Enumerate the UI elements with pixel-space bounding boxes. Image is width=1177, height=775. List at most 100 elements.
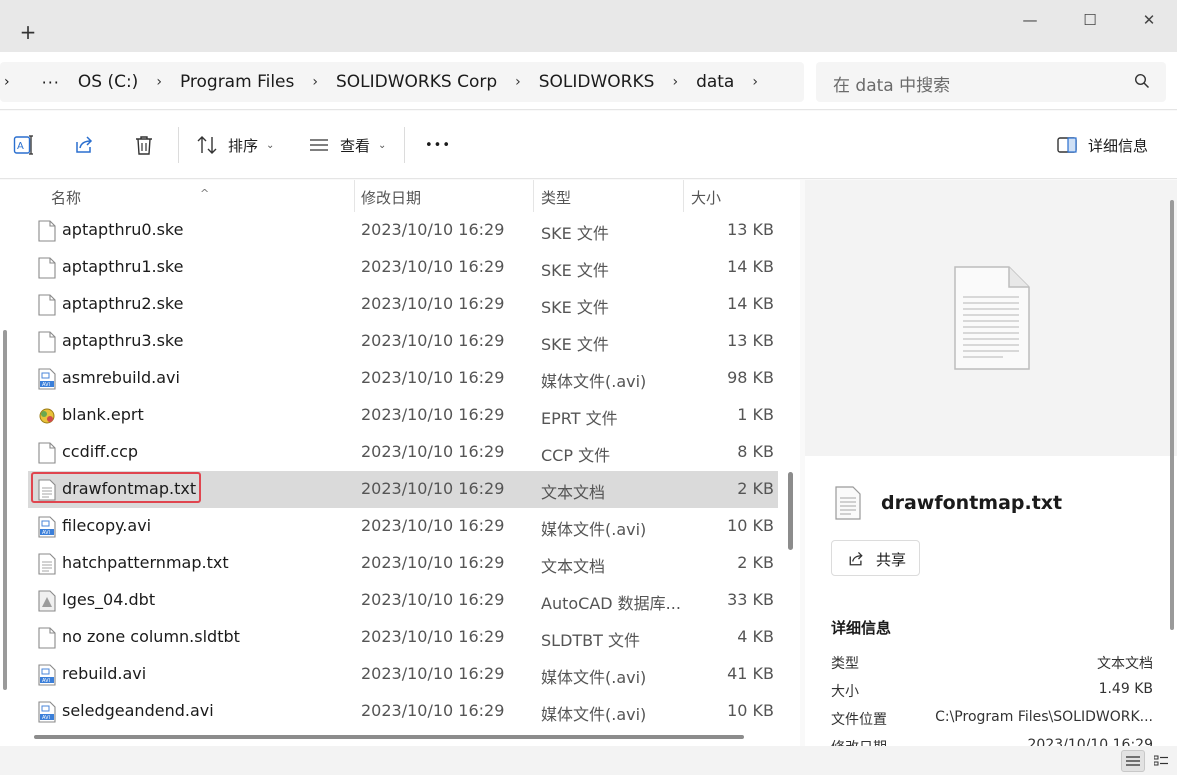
file-name: no zone column.sldtbt	[62, 627, 240, 646]
column-header-size[interactable]: 大小	[691, 187, 721, 208]
file-type: SKE 文件	[541, 224, 609, 243]
breadcrumb-separator[interactable]: ›	[138, 74, 180, 90]
column-header-modified[interactable]: 修改日期	[361, 187, 421, 208]
file-date: 2023/10/10 16:29	[361, 590, 505, 609]
file-size: 41 KB	[727, 664, 774, 683]
trash-icon	[136, 136, 152, 155]
file-row[interactable]: Iges_04.dbt 2023/10/10 16:29 AutoCAD 数据库..…	[28, 582, 778, 619]
share-icon	[76, 136, 93, 153]
view-label[interactable]: 查看	[340, 135, 370, 156]
vertical-scrollbar[interactable]	[788, 472, 793, 550]
file-date: 2023/10/10 16:29	[361, 627, 505, 646]
tiles-view-toggle[interactable]	[1149, 750, 1173, 772]
file-name: rebuild.avi	[62, 664, 147, 683]
details-row-type: 类型 文本文档	[831, 653, 1153, 677]
chevron-down-icon[interactable]: ⌄	[378, 140, 386, 151]
file-row[interactable]: aptapthru0.ske 2023/10/10 16:29 SKE 文件 13 K…	[28, 212, 778, 249]
svg-text:AVI: AVI	[42, 530, 50, 536]
details-key: 类型	[831, 656, 859, 672]
details-file-name: drawfontmap.txt	[881, 492, 1063, 514]
details-view-toggle[interactable]	[1121, 750, 1145, 772]
file-date: 2023/10/10 16:29	[361, 294, 505, 313]
close-button[interactable]: ✕	[1131, 8, 1167, 32]
avi-file-icon: AVI	[38, 368, 56, 390]
column-header-name[interactable]: 名称	[51, 187, 81, 208]
file-row[interactable]: no zone column.sldtbt 2023/10/10 16:29 SLD…	[28, 619, 778, 656]
column-divider[interactable]	[683, 180, 684, 212]
file-name: blank.eprt	[62, 405, 144, 424]
breadcrumb-item-solidworks[interactable]: SOLIDWORKS	[539, 72, 655, 92]
breadcrumb-overflow-button[interactable]: ···	[30, 73, 70, 92]
file-row[interactable]: AVI asmrebuild.avi 2023/10/10 16:29 媒体文件(.a…	[28, 360, 778, 397]
file-name: filecopy.avi	[62, 516, 152, 535]
view-button[interactable]: 查看 ⌄	[308, 133, 386, 157]
file-type: CCP 文件	[541, 446, 611, 465]
share-label[interactable]: 共享	[876, 549, 906, 570]
breadcrumb-separator[interactable]: ›	[654, 74, 696, 90]
breadcrumb-separator[interactable]: ›	[497, 74, 539, 90]
details-share-button[interactable]: 共享	[831, 540, 920, 576]
search-box[interactable]: 在 data 中搜索	[816, 62, 1166, 102]
file-name: ccdiff.ccp	[62, 442, 139, 461]
file-row[interactable]: AVI rebuild.avi 2023/10/10 16:29 媒体文件(.avi)…	[28, 656, 778, 693]
file-row[interactable]: ccdiff.ccp 2023/10/10 16:29 CCP 文件 8 KB	[28, 434, 778, 471]
breadcrumb-item-drive[interactable]: OS (C:)	[78, 72, 138, 92]
chevron-down-icon[interactable]: ⌄	[266, 140, 274, 151]
maximize-button[interactable]: ☐	[1072, 8, 1108, 32]
minimize-button[interactable]: —	[1012, 8, 1048, 32]
file-size: 98 KB	[727, 368, 774, 387]
eprt-file-icon	[39, 408, 55, 424]
blank-file-icon	[38, 442, 56, 464]
file-row[interactable]: aptapthru3.ske 2023/10/10 16:29 SKE 文件 13 K…	[28, 323, 778, 360]
file-row[interactable]: AVI seledgeandend.avi 2023/10/10 16:29 媒体文件…	[28, 693, 778, 730]
details-pane-scrollbar[interactable]	[1170, 200, 1174, 630]
svg-text:AVI: AVI	[42, 382, 50, 388]
breadcrumb-item-data[interactable]: data	[696, 72, 734, 92]
tab-strip: + — ☐ ✕	[0, 0, 1177, 52]
file-row[interactable]: AVI filecopy.avi 2023/10/10 16:29 媒体文件(.avi…	[28, 508, 778, 545]
file-size: 10 KB	[727, 516, 774, 535]
more-options-button[interactable]: •••	[425, 133, 451, 157]
file-name: seledgeandend.avi	[62, 701, 214, 720]
status-bar	[0, 746, 1177, 775]
file-row[interactable]: hatchpatternmap.txt 2023/10/10 16:29 文本文档 2…	[28, 545, 778, 582]
sort-label[interactable]: 排序	[228, 135, 258, 156]
file-type: SLDTBT 文件	[541, 631, 641, 650]
nav-pane-scrollbar[interactable]	[3, 330, 7, 690]
breadcrumb-item-program-files[interactable]: Program Files	[180, 72, 294, 92]
file-row[interactable]: aptapthru2.ske 2023/10/10 16:29 SKE 文件 14 K…	[28, 286, 778, 323]
rename-button[interactable]: A	[13, 133, 35, 157]
breadcrumb-separator[interactable]: ›	[734, 74, 776, 90]
file-size: 13 KB	[727, 331, 774, 350]
file-row[interactable]: blank.eprt 2023/10/10 16:29 EPRT 文件 1 KB	[28, 397, 778, 434]
breadcrumb-separator[interactable]: ›	[294, 74, 336, 90]
blank-file-icon	[38, 220, 56, 242]
details-row-size: 大小 1.49 KB	[831, 681, 1153, 705]
column-divider[interactable]	[354, 180, 355, 212]
delete-button[interactable]	[133, 133, 155, 157]
tiles-view-icon	[1154, 755, 1168, 766]
file-row[interactable]: drawfontmap.txt 2023/10/10 16:29 文本文档 2 KB	[28, 471, 778, 508]
sort-button[interactable]: 排序 ⌄	[196, 133, 274, 157]
column-header-type[interactable]: 类型	[541, 187, 571, 208]
new-tab-button[interactable]: +	[14, 22, 42, 44]
blank-file-icon	[38, 331, 56, 353]
breadcrumb-item-solidworks-corp[interactable]: SOLIDWORKS Corp	[336, 72, 497, 92]
details-pane-button[interactable]: 详细信息	[1056, 133, 1148, 157]
details-value: C:\Program Files\SOLIDWORK...	[935, 709, 1153, 725]
details-label[interactable]: 详细信息	[1088, 135, 1148, 156]
text-document-icon	[954, 266, 1030, 370]
column-divider[interactable]	[533, 180, 534, 212]
search-icon[interactable]	[1134, 73, 1150, 89]
file-type: 文本文档	[541, 557, 606, 576]
search-placeholder[interactable]: 在 data 中搜索	[833, 71, 950, 96]
breadcrumb-separator[interactable]: ›	[0, 74, 10, 90]
share-button[interactable]	[73, 133, 95, 157]
file-size: 14 KB	[727, 257, 774, 276]
file-row[interactable]: aptapthru1.ske 2023/10/10 16:29 SKE 文件 14 K…	[28, 249, 778, 286]
horizontal-scrollbar[interactable]	[34, 735, 744, 739]
breadcrumb[interactable]: › ··· OS (C:) › Program Files › SOLIDWOR…	[0, 62, 804, 102]
file-type: 媒体文件(.avi)	[541, 705, 647, 724]
file-date: 2023/10/10 16:29	[361, 701, 505, 720]
file-name: Iges_04.dbt	[62, 590, 156, 609]
